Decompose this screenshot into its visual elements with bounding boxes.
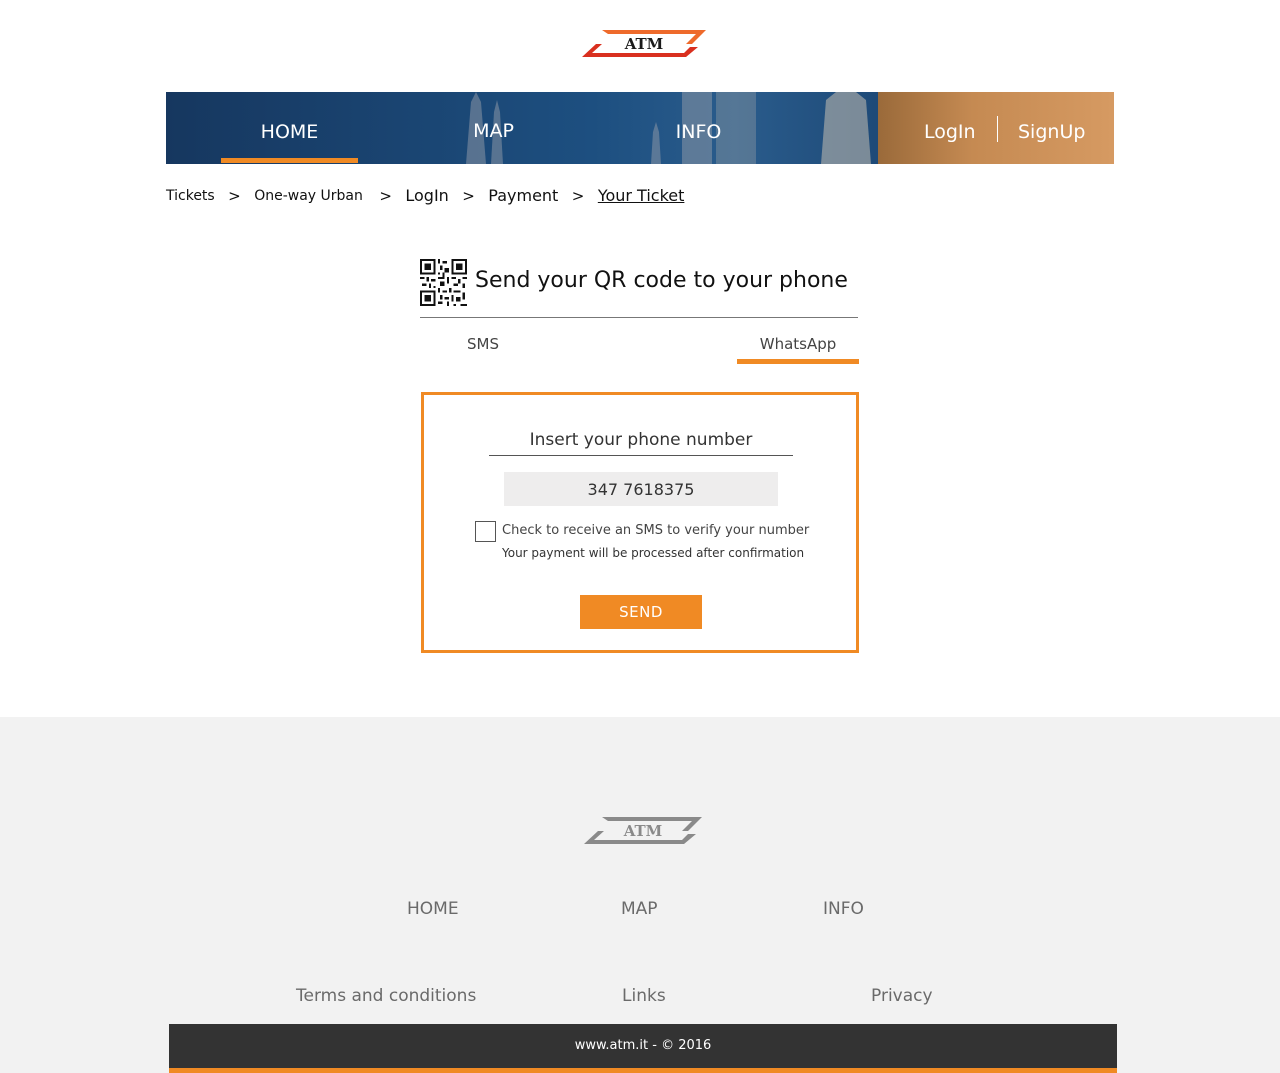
footer-nav-home[interactable]: HOME (407, 899, 459, 919)
nav-info[interactable]: INFO (631, 92, 766, 164)
title-divider (420, 317, 858, 318)
footer-link-links[interactable]: Links (622, 986, 666, 1006)
send-button[interactable]: SEND (580, 595, 702, 629)
copyright-bar: www.atm.it - © 2016 (169, 1024, 1117, 1068)
auth-divider (997, 116, 998, 142)
breadcrumb-one-way-urban[interactable]: One-way Urban (254, 188, 363, 204)
copyright-accent-stripe (169, 1068, 1117, 1073)
phone-number-input[interactable] (504, 472, 778, 506)
page-title: Send your QR code to your phone (475, 268, 848, 293)
breadcrumb: Tickets > One-way Urban > LogIn > Paymen… (166, 186, 684, 208)
nav-home[interactable]: HOME (221, 92, 358, 164)
atm-logo[interactable]: ATM (580, 28, 708, 60)
phone-field-label: Insert your phone number (529, 430, 753, 450)
footer-logo-text: ATM (623, 822, 663, 840)
footer-link-privacy[interactable]: Privacy (871, 986, 933, 1006)
phone-label-underline (489, 455, 793, 456)
verify-sms-checkbox[interactable] (475, 521, 496, 542)
breadcrumb-tickets[interactable]: Tickets (166, 188, 215, 204)
login-link[interactable]: LogIn (924, 92, 976, 164)
footer-nav-info[interactable]: INFO (823, 899, 864, 919)
footer-nav-map[interactable]: MAP (621, 899, 658, 919)
tab-active-indicator (737, 359, 859, 364)
nav-active-indicator (221, 158, 358, 163)
breadcrumb-separator: > (379, 186, 392, 205)
auth-panel: LogIn SignUp (878, 92, 1114, 164)
breadcrumb-login[interactable]: LogIn (405, 186, 448, 205)
tab-whatsapp[interactable]: WhatsApp (737, 335, 859, 353)
payment-confirmation-note: Your payment will be processed after con… (502, 546, 805, 560)
breadcrumb-payment[interactable]: Payment (488, 186, 558, 205)
breadcrumb-your-ticket[interactable]: Your Ticket (598, 186, 685, 205)
footer (0, 717, 1280, 1073)
qr-code-icon (420, 259, 467, 306)
tab-sms[interactable]: SMS (467, 335, 499, 353)
main-navbar: LogIn SignUp HOME MAP INFO (166, 92, 1114, 164)
nav-map[interactable]: MAP (426, 92, 561, 164)
logo-text: ATM (624, 35, 664, 53)
verify-sms-checkbox-label[interactable]: Check to receive an SMS to verify your n… (502, 523, 809, 538)
breadcrumb-separator: > (228, 186, 241, 205)
signup-link[interactable]: SignUp (1018, 92, 1085, 164)
atm-footer-logo[interactable]: ATM (582, 815, 704, 847)
breadcrumb-separator: > (571, 186, 585, 205)
breadcrumb-separator: > (462, 186, 475, 205)
footer-link-terms[interactable]: Terms and conditions (296, 986, 476, 1006)
